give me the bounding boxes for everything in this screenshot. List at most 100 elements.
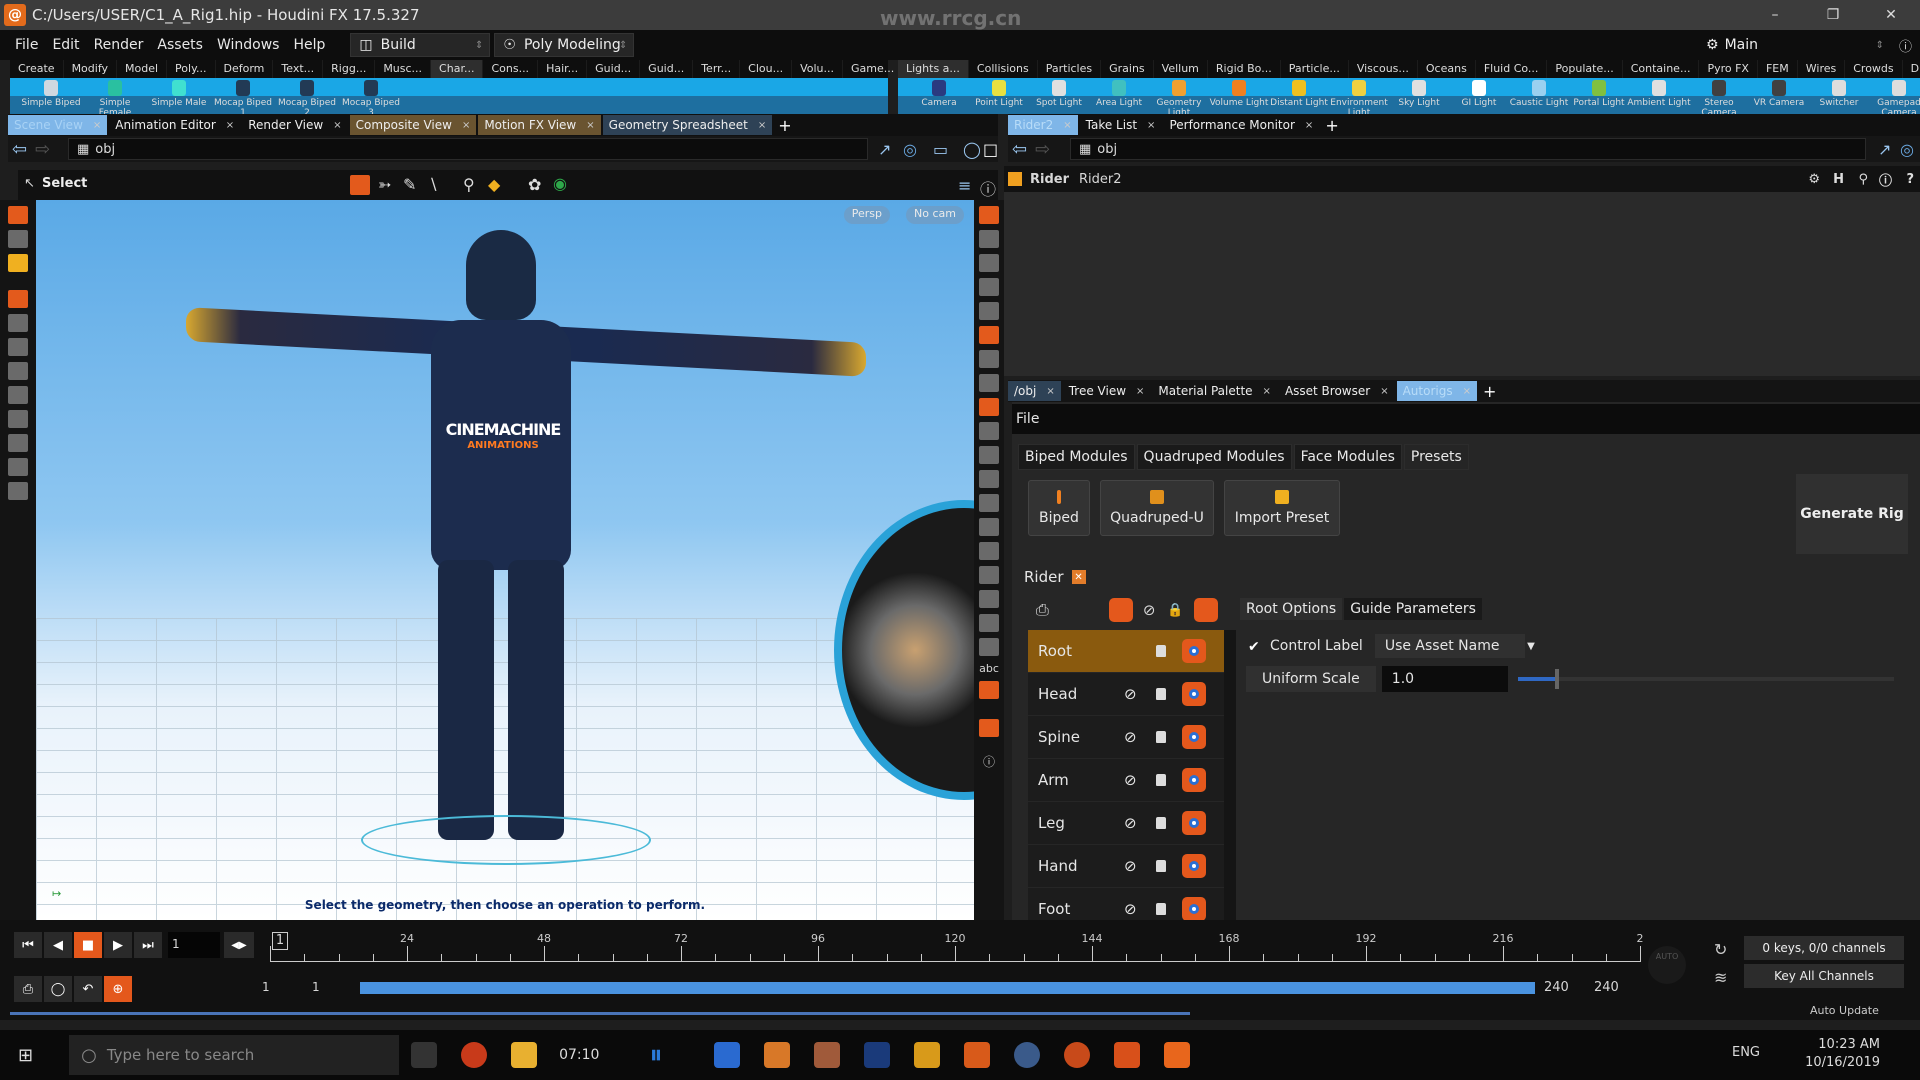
pin-icon[interactable]: ↗ xyxy=(1878,140,1891,159)
add-tab-icon[interactable]: + xyxy=(778,116,791,135)
shelf-left-tab[interactable]: Poly... xyxy=(167,60,216,78)
step-back-button[interactable]: ◀ xyxy=(44,932,72,958)
pose-tool-icon[interactable] xyxy=(8,254,28,272)
shelf-right-tab[interactable]: FEM xyxy=(1758,60,1798,78)
control-label-select[interactable]: Use Asset Name ▼ xyxy=(1374,634,1535,658)
rotate-tool-icon[interactable] xyxy=(8,338,28,356)
display-icon[interactable]: ◯ xyxy=(963,140,981,159)
jump-start-button[interactable]: ⏮ xyxy=(14,932,42,958)
clock-date[interactable]: 10/16/2019 xyxy=(1805,1054,1880,1072)
menu-help[interactable]: Help xyxy=(286,37,332,53)
range-start-input-2[interactable]: 1 xyxy=(312,976,342,1000)
keys-refresh-icon[interactable]: ↻ xyxy=(1714,940,1727,959)
lock-all-icon[interactable]: 🔒 xyxy=(1167,603,1183,618)
shelf-tool[interactable]: Geometry Light xyxy=(1146,80,1212,118)
tab-face-modules[interactable]: Face Modules xyxy=(1293,444,1402,470)
close-tab-icon[interactable]: × xyxy=(758,120,766,131)
template-icon[interactable] xyxy=(979,638,999,656)
shelf-tool[interactable]: Volume Light xyxy=(1206,80,1272,108)
clock-time[interactable]: 10:23 AM xyxy=(1805,1036,1880,1054)
shelf-left-tab[interactable]: Cons... xyxy=(483,60,539,78)
target-icon[interactable]: ◎ xyxy=(903,140,917,159)
bypass-icon[interactable]: ⊘ xyxy=(1124,857,1137,875)
pane-tab[interactable]: Rider2 × xyxy=(1008,115,1078,135)
pane-tab[interactable]: Autorigs × xyxy=(1396,381,1477,401)
align-tool-icon[interactable] xyxy=(8,458,28,476)
scene-menu-icon[interactable]: ⎙ xyxy=(14,976,42,1002)
geometry-icon[interactable]: ▭ xyxy=(933,140,948,159)
shelf-tool[interactable]: Simple Female xyxy=(82,80,148,118)
shelf-tool[interactable]: VR Camera xyxy=(1746,80,1812,108)
shelf-tool[interactable]: Mocap Biped 3 xyxy=(338,80,404,118)
desktop-select[interactable]: ◫ Build ⇕ xyxy=(350,33,491,57)
tab-presets[interactable]: Presets xyxy=(1403,444,1469,470)
panel-icon[interactable]: □ xyxy=(983,140,998,159)
app-icon[interactable] xyxy=(1064,1042,1091,1068)
back-arrow-icon[interactable]: ⇦ xyxy=(1012,139,1027,160)
laser-select-icon[interactable]: ∖ xyxy=(428,175,438,194)
houdini-icon[interactable] xyxy=(1114,1042,1141,1068)
shelf-right-tab[interactable]: Lights a... xyxy=(898,60,969,78)
shelf-right-tab[interactable]: Particle... xyxy=(1281,60,1349,78)
shelf-tool[interactable]: GI Light xyxy=(1446,80,1512,108)
bypass-icon[interactable]: ⊘ xyxy=(1124,814,1137,832)
bypass-all-icon[interactable]: ⊘ xyxy=(1143,601,1156,619)
import-preset-button[interactable]: Import Preset xyxy=(1224,480,1340,536)
display-toggle-icon[interactable] xyxy=(979,206,999,224)
pick-icon[interactable]: ⚲ xyxy=(463,175,475,194)
capture-tool-icon[interactable] xyxy=(8,434,28,452)
character-model[interactable]: CINEMACHINE ANIMATIONS xyxy=(186,230,866,865)
normals-icon[interactable] xyxy=(979,518,999,536)
close-tab-icon[interactable]: × xyxy=(1263,386,1271,397)
pane-tab[interactable]: Take List × xyxy=(1080,115,1162,135)
pane-tab[interactable]: Material Palette × xyxy=(1152,381,1277,401)
shelf-left-tab[interactable]: Deform xyxy=(216,60,274,78)
key-mode-icon[interactable]: ≋ xyxy=(1714,968,1727,987)
shelf-tool[interactable]: Simple Biped xyxy=(18,80,84,108)
language-indicator[interactable]: ENG xyxy=(1732,1044,1760,1062)
shelf-tool[interactable]: Distant Light xyxy=(1266,80,1332,108)
handle-tool-icon[interactable] xyxy=(8,206,28,224)
menu-assets[interactable]: Assets xyxy=(150,37,210,53)
pane-tab[interactable]: Geometry Spreadsheet × xyxy=(602,115,773,135)
tab-biped-modules[interactable]: Biped Modules xyxy=(1018,444,1135,470)
range-start-input[interactable]: 1 xyxy=(262,976,288,1000)
shelf-left-tab[interactable]: Hair... xyxy=(538,60,588,78)
display-all-icon[interactable] xyxy=(1108,598,1133,622)
app-icon[interactable] xyxy=(764,1042,791,1068)
realtime-icon[interactable]: ⊕ xyxy=(104,976,132,1002)
bypass-icon[interactable]: ⊘ xyxy=(1124,771,1137,789)
normal-light-icon[interactable] xyxy=(979,326,999,344)
range-end-input-2[interactable]: 240 xyxy=(1594,976,1619,995)
display-options-icon[interactable]: ≡ xyxy=(958,176,971,195)
shelf-left-tab[interactable]: Volu... xyxy=(792,60,844,78)
close-tab-icon[interactable]: × xyxy=(1380,386,1388,397)
bypass-icon[interactable]: ⊘ xyxy=(1124,728,1137,746)
box-select-icon[interactable] xyxy=(350,175,370,195)
visibility-all-icon[interactable] xyxy=(1193,598,1218,622)
auto-key-button[interactable]: AUTO xyxy=(1648,946,1686,984)
shelf-tool[interactable]: Simple Male xyxy=(146,80,212,108)
lock-icon[interactable] xyxy=(1156,903,1166,915)
shelf-tool[interactable]: Mocap Biped 2 xyxy=(274,80,340,118)
shadow-light-icon[interactable] xyxy=(979,374,999,392)
timeline-ruler[interactable]: 1 24 48 72 96 120 144 168 192 216 2 xyxy=(270,932,1644,968)
shelf-right-tab[interactable]: Pyro FX xyxy=(1699,60,1758,78)
background-image-icon[interactable] xyxy=(979,681,999,699)
module-list-scrollbar[interactable] xyxy=(1224,630,1236,920)
node-name[interactable]: Rider2 xyxy=(1079,172,1122,187)
module-row[interactable]: Hand ⊘ xyxy=(1028,845,1224,888)
camera-menu[interactable]: No cam xyxy=(906,206,964,224)
menu-edit[interactable]: Edit xyxy=(45,37,86,53)
range-end-input[interactable]: 240 xyxy=(1544,976,1569,995)
close-tab-icon[interactable]: × xyxy=(586,120,594,131)
target-icon[interactable]: ◎ xyxy=(1900,140,1914,159)
move-tool-icon[interactable] xyxy=(8,314,28,332)
bone-display-icon[interactable] xyxy=(979,614,999,632)
forward-arrow-icon[interactable]: ⇨ xyxy=(1035,139,1050,160)
shelf-right-tab[interactable]: Viscous... xyxy=(1349,60,1418,78)
lock-icon[interactable] xyxy=(1156,645,1166,657)
lasso-select-icon[interactable]: ➳ xyxy=(378,175,391,194)
visibility-eye-icon[interactable] xyxy=(1182,682,1206,706)
shelf-tool[interactable]: Mocap Biped 1 xyxy=(210,80,276,118)
